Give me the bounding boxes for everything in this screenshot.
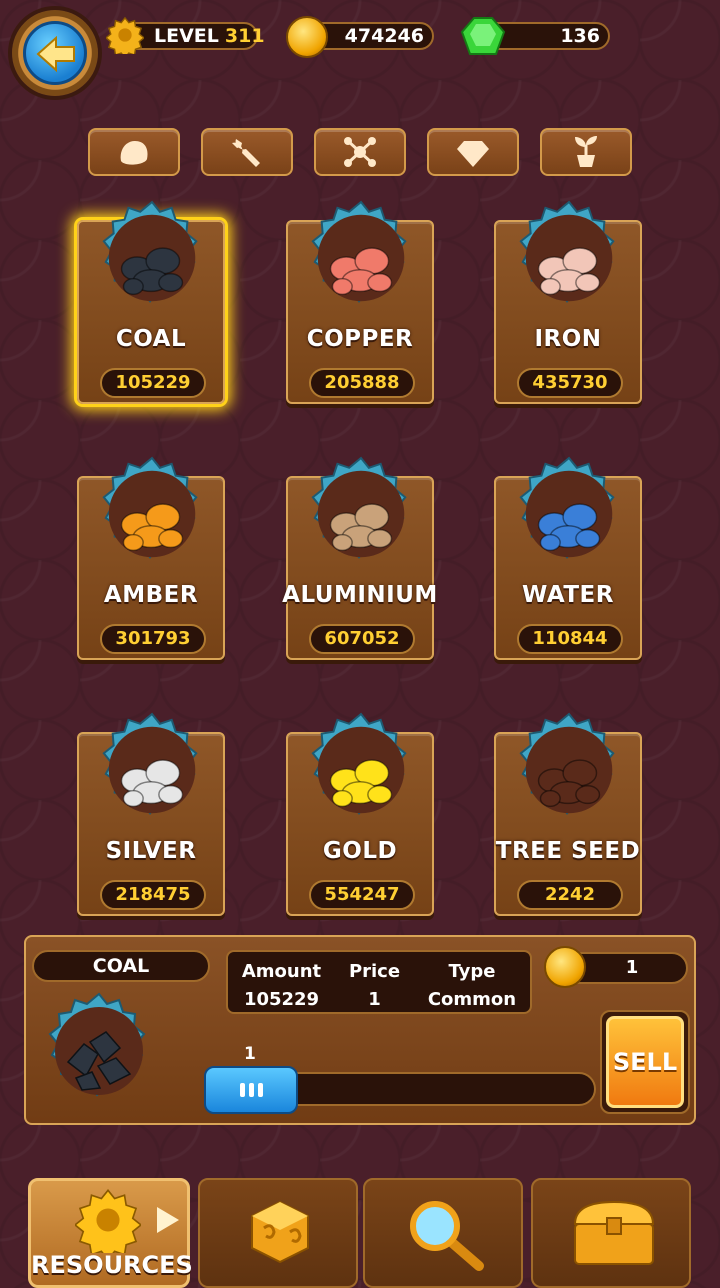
nav-resources-label: RESOURCES (31, 1251, 193, 1279)
type-value: Common (427, 989, 517, 1010)
level-label: LEVEL (154, 25, 219, 47)
resource-amount: 205888 (309, 368, 415, 398)
sell-price-value: 1 (625, 957, 639, 978)
resource-card[interactable]: TREE SEED 2242 (494, 712, 642, 916)
diamond-icon (457, 141, 489, 167)
silver-icon (102, 712, 198, 815)
wrench-icon (232, 139, 260, 167)
nav-crafting[interactable] (198, 1178, 358, 1288)
amount-column: Amount 105229 (242, 958, 321, 1012)
back-button[interactable] (12, 10, 98, 96)
resource-name: TREE SEED (495, 838, 641, 864)
resource-info-table: Amount 105229 Price 1 Type Common (226, 950, 532, 1014)
play-arrow-icon (157, 1207, 179, 1233)
type-column: Type Common (428, 958, 516, 1012)
coin-icon (544, 946, 586, 988)
iron-icon (519, 200, 615, 303)
back-button-face (23, 21, 87, 85)
water-icon (519, 456, 615, 559)
price-value: 1 (368, 989, 381, 1010)
gold-icon (311, 712, 407, 815)
resource-name: GOLD (322, 838, 398, 864)
resource-amount: 554247 (309, 880, 415, 910)
copper-icon (311, 200, 407, 303)
resource-name: COAL (115, 326, 187, 352)
coin-balance-value: 474246 (344, 25, 424, 47)
tab-tools[interactable] (201, 128, 293, 176)
quantity-value: 1 (244, 1044, 256, 1064)
resource-amount: 110844 (517, 624, 623, 654)
arrow-left-icon (36, 35, 75, 73)
tab-minerals[interactable] (88, 128, 180, 176)
sell-button[interactable]: SELL (606, 1016, 684, 1108)
selected-resource-name: COAL (32, 950, 210, 982)
coin-icon (286, 16, 328, 58)
molecule-icon (344, 137, 376, 167)
gear-icon (106, 16, 144, 54)
resource-card[interactable]: SILVER 218475 (77, 712, 225, 916)
resource-amount: 607052 (309, 624, 415, 654)
treasure-chest-icon (573, 1200, 655, 1265)
amount-label: Amount (241, 961, 322, 982)
price-column: Price 1 (349, 958, 400, 1012)
amount-value: 105229 (243, 989, 320, 1010)
resource-card[interactable]: AMBER 301793 (77, 456, 225, 660)
gear-icon (75, 1188, 141, 1253)
tab-compounds[interactable] (314, 128, 406, 176)
resource-amount: 2242 (517, 880, 623, 910)
tab-plants[interactable] (540, 128, 632, 176)
emerald-icon (460, 17, 506, 55)
quantity-slider-handle[interactable] (204, 1066, 298, 1114)
resource-name: COPPER (306, 326, 414, 352)
sprout-icon (575, 136, 597, 167)
magnifier-icon (410, 1201, 484, 1271)
resource-amount: 218475 (100, 880, 206, 910)
selected-resource-cog (48, 992, 146, 1097)
resource-amount: 301793 (100, 624, 206, 654)
resource-card[interactable]: COAL 105229 (77, 200, 225, 404)
resource-name: AMBER (103, 582, 199, 608)
resource-amount: 435730 (517, 368, 623, 398)
resource-amount: 105229 (100, 368, 206, 398)
resource-card[interactable]: COPPER 205888 (286, 200, 434, 404)
resource-card[interactable]: WATER 110844 (494, 456, 642, 660)
amber-icon (102, 456, 198, 559)
level-value: 311 (224, 25, 265, 47)
resource-card[interactable]: GOLD 554247 (286, 712, 434, 916)
resource-name: WATER (522, 582, 614, 608)
tree-seed-icon (519, 712, 615, 815)
rock-icon (120, 141, 148, 165)
coal-icon (102, 200, 198, 303)
resource-card[interactable]: IRON 435730 (494, 200, 642, 404)
price-label: Price (348, 961, 401, 982)
resource-name: SILVER (105, 838, 197, 864)
type-label: Type (448, 961, 496, 982)
nav-chest[interactable] (531, 1178, 691, 1288)
gem-balance-value: 136 (560, 25, 600, 47)
tab-gems[interactable] (427, 128, 519, 176)
resource-name: IRON (534, 326, 602, 352)
resource-name: ALUMINIUM (282, 582, 438, 608)
cube-icon (251, 1200, 309, 1264)
nav-resources[interactable]: RESOURCES (28, 1178, 193, 1288)
resource-card[interactable]: ALUMINIUM 607052 (282, 456, 437, 660)
aluminium-icon (311, 456, 407, 559)
nav-search[interactable] (363, 1178, 523, 1288)
